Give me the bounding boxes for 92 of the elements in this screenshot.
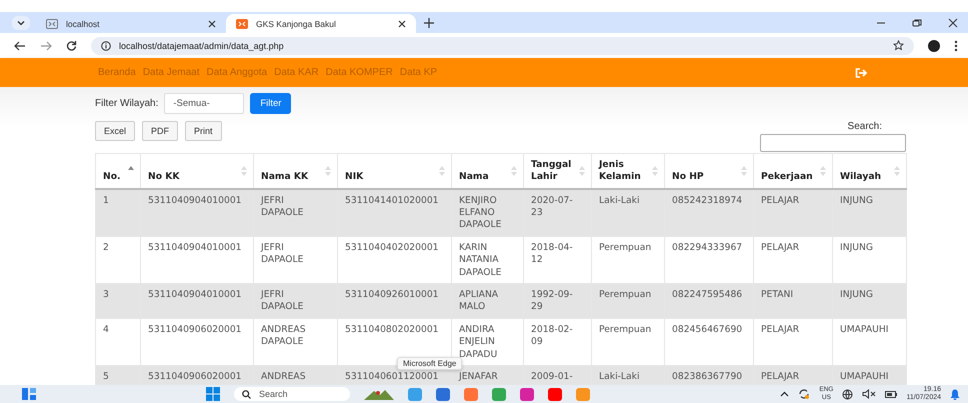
table-cell: JENAFAR [452, 365, 524, 385]
export-button[interactable]: Excel [95, 121, 136, 141]
table-cell: UMAPAUHI [832, 318, 906, 366]
app-icon[interactable] [492, 388, 506, 400]
app-icon[interactable] [548, 388, 562, 400]
table-cell: Laki-Laki [592, 188, 664, 236]
table-cell: PETANI [754, 283, 832, 318]
battery-icon[interactable] [885, 390, 898, 398]
table-cell: 5 [96, 365, 140, 385]
tab-title: GKS Kanjonga Bakul [256, 18, 337, 28]
page-icon [236, 18, 248, 28]
table-cell: INJUNG [832, 236, 906, 284]
region-select[interactable]: -Semua- [164, 93, 244, 114]
filter-label: Filter Wilayah: [95, 98, 158, 109]
table-cell: 2018-02-09 [524, 318, 592, 366]
page-icon [46, 18, 58, 28]
start-icon[interactable] [206, 387, 220, 401]
table-cell: 5311040926010001 [338, 283, 452, 318]
restore-icon[interactable] [912, 18, 922, 28]
table-cell: 5311041401020001 [338, 188, 452, 236]
table-cell: 2009-01- [524, 365, 592, 385]
table-cell: 5311040904010001 [140, 188, 254, 236]
search-icon [242, 390, 251, 398]
table-cell: KARIN NATANIA DAPAOLE [452, 236, 524, 284]
table-cell: ANDREAS [254, 365, 338, 385]
close-icon[interactable] [398, 20, 406, 28]
more-icon[interactable] [954, 40, 958, 52]
chevron-up-icon[interactable] [780, 391, 790, 397]
reload-icon[interactable] [66, 40, 77, 51]
landscape-icon[interactable] [364, 388, 394, 400]
table-cell: 085242318974 [664, 188, 754, 236]
table-cell: KENJIRO ELFANO DAPAOLE [452, 188, 524, 236]
table-cell: PELAJAR [754, 318, 832, 366]
star-icon[interactable] [893, 40, 904, 51]
table-cell: 5311040904010001 [140, 283, 254, 318]
table-cell: APLIANA MALO [452, 283, 524, 318]
taskbar-search[interactable]: Search [234, 387, 350, 401]
bell-icon[interactable] [950, 388, 960, 400]
filter-button[interactable]: Filter [250, 93, 292, 114]
table-cell: 1 [96, 188, 140, 236]
close-icon[interactable] [208, 20, 216, 28]
table-cell: 5311040402020001 [338, 236, 452, 284]
tab-search-icon[interactable] [12, 16, 30, 30]
search-field[interactable] [760, 134, 906, 152]
tab-title: localhost [66, 18, 101, 28]
table-cell: PELAJAR [754, 365, 832, 385]
new-tab-icon[interactable] [424, 18, 434, 28]
table-cell: JEFRI DAPAOLE [254, 283, 338, 318]
back-icon[interactable] [14, 40, 26, 50]
export-button[interactable]: Print [185, 121, 222, 141]
browser-tab[interactable]: localhost [36, 14, 226, 33]
app-icon[interactable] [520, 388, 534, 400]
export-button[interactable]: PDF [142, 121, 178, 141]
table-cell: JEFRI DAPAOLE [254, 236, 338, 284]
table-cell: INJUNG [832, 283, 906, 318]
forward-icon[interactable] [40, 40, 52, 50]
info-icon [101, 40, 111, 50]
table-cell: 082247595486 [664, 283, 754, 318]
table-cell: 2 [96, 236, 140, 284]
tooltip: Microsoft Edge [397, 357, 462, 370]
table-cell: PELAJAR [754, 188, 832, 236]
table-cell: JEFRI DAPAOLE [254, 188, 338, 236]
table-cell: INJUNG [832, 188, 906, 236]
table-cell: Perempuan [592, 283, 664, 318]
table-cell: 2018-04-12 [524, 236, 592, 284]
table-cell: Perempuan [592, 236, 664, 284]
table-cell: Perempuan [592, 318, 664, 366]
table-cell: 5311040906020001 [140, 318, 254, 366]
search-label: Search: [848, 121, 882, 132]
table-cell: Laki-Laki [592, 365, 664, 385]
address-bar[interactable]: localhost/datajemaat/admin/data_agt.php [91, 36, 914, 54]
table-cell: UMAPAUHI [832, 365, 906, 385]
table-cell: 4 [96, 318, 140, 366]
table-cell: 5311040904010001 [140, 236, 254, 284]
muted-speaker-icon[interactable] [862, 389, 876, 399]
table-cell: ANDREAS DAPAOLE [254, 318, 338, 366]
table-cell: 082386367790 [664, 365, 754, 385]
table-cell: 082456467690 [664, 318, 754, 366]
app-icon[interactable] [436, 388, 450, 400]
profile-avatar[interactable] [928, 40, 940, 52]
table-cell: 3 [96, 283, 140, 318]
browser-tab[interactable]: GKS Kanjonga Bakul [226, 14, 416, 33]
table-cell: 5311040906020001 [140, 365, 254, 385]
table-cell: 2020-07-23 [524, 188, 592, 236]
table-cell: PELAJAR [754, 236, 832, 284]
sync-icon[interactable] [798, 388, 810, 400]
table-cell: 082294333967 [664, 236, 754, 284]
table-cell: 1992-09-29 [524, 283, 592, 318]
close-icon[interactable] [948, 18, 958, 28]
widgets-icon[interactable] [22, 388, 36, 400]
column-header[interactable]: No. [96, 154, 140, 188]
globe-icon[interactable] [842, 388, 854, 400]
